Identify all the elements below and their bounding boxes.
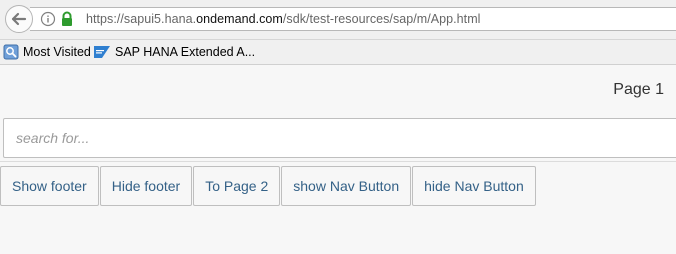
url-domain: ondemand.com xyxy=(196,12,283,26)
show-footer-button[interactable]: Show footer xyxy=(0,166,99,206)
bookmark-most-visited[interactable]: Most Visited xyxy=(23,45,91,59)
info-icon[interactable] xyxy=(40,11,56,27)
lock-icon[interactable] xyxy=(60,11,74,27)
back-button[interactable] xyxy=(5,5,33,33)
hide-footer-button[interactable]: Hide footer xyxy=(99,166,193,206)
url-prefix: https://sapui5.hana. xyxy=(86,12,197,26)
url-path: /sdk/test-resources/sap/m/App.html xyxy=(282,12,481,26)
most-visited-icon xyxy=(3,44,19,60)
to-page-2-button[interactable]: To Page 2 xyxy=(193,166,281,206)
url-text[interactable]: https://sapui5.hana.ondemand.com/sdk/tes… xyxy=(86,12,480,26)
show-nav-button[interactable]: show Nav Button xyxy=(281,166,412,206)
bookmark-sap-hana[interactable]: SAP HANA Extended A... xyxy=(115,45,255,59)
back-arrow-icon xyxy=(11,12,27,26)
button-toolbar: Show footer Hide footer To Page 2 show N… xyxy=(0,166,537,206)
app-header xyxy=(0,66,676,116)
hide-nav-button[interactable]: hide Nav Button xyxy=(412,166,536,206)
sap-icon xyxy=(94,46,110,58)
page-title: Page 1 xyxy=(613,81,664,98)
search-input[interactable] xyxy=(3,118,676,158)
